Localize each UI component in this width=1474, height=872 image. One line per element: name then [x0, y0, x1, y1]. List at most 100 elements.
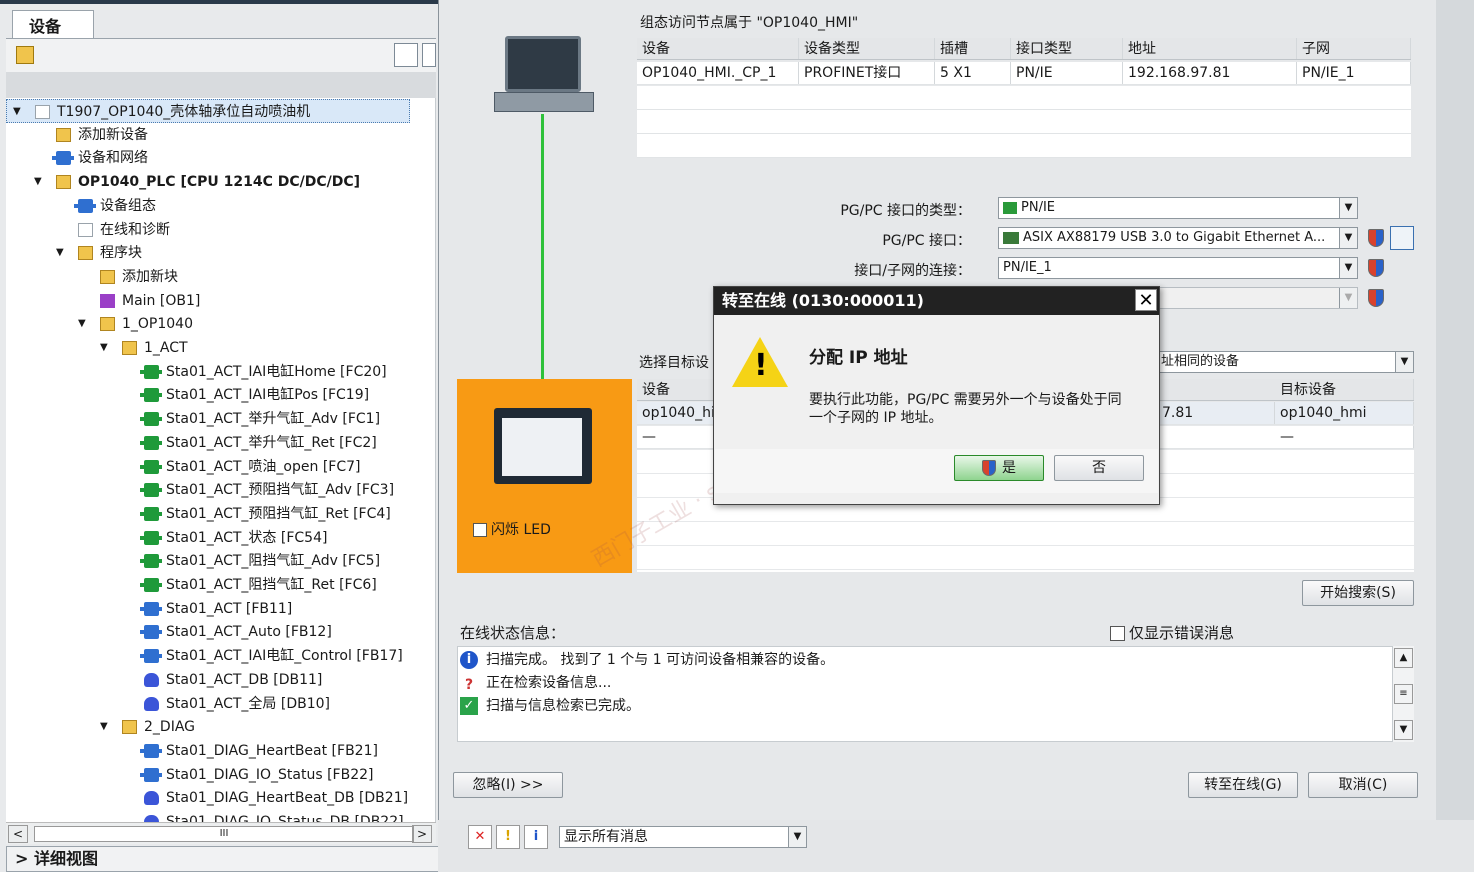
config-table-row[interactable]: OP1040_HMI._CP_1 PROFINET接口 5 X1 PN/IE 192.1… — [637, 62, 1411, 85]
tree-item[interactable]: 设备组态 — [6, 194, 410, 218]
properties-search-icon[interactable] — [1390, 226, 1414, 250]
network-icon — [52, 151, 74, 166]
shield-icon[interactable] — [1368, 289, 1384, 307]
tree-item[interactable]: Sta01_ACT_预阻挡气缸_Adv [FC3] — [6, 478, 410, 502]
horizontal-scrollbar[interactable]: < III > — [6, 822, 436, 844]
tree-item-label: Sta01_DIAG_HeartBeat_DB [DB21] — [166, 790, 409, 807]
tree-item[interactable]: 添加新块 — [6, 265, 410, 289]
tree-item[interactable]: ▼ 2_DIAG — [6, 715, 410, 739]
chevron-down-icon[interactable]: ▼ — [1339, 258, 1357, 278]
add-new-icon — [100, 269, 115, 284]
tree-header-gap — [6, 72, 436, 98]
target-filter-select[interactable]: 址相同的设备 ▼ — [1156, 351, 1414, 373]
cancel-button[interactable]: 取消(C) — [1308, 772, 1418, 798]
expand-twisty-icon[interactable]: ▼ — [100, 715, 108, 739]
tree-item[interactable]: Sta01_ACT_预阻挡气缸_Ret [FC4] — [6, 502, 410, 526]
chevron-down-icon[interactable]: ▼ — [1395, 352, 1413, 372]
tree-item[interactable]: ▼ 1_ACT — [6, 336, 410, 360]
details-view-header[interactable]: > 详细视图 — [6, 846, 460, 872]
ignore-button[interactable]: 忽略(I) >> — [453, 772, 563, 798]
tree-item-label: Sta01_ACT_举升气缸_Adv [FC1] — [166, 411, 381, 428]
tree-item[interactable]: ▼ 程序块 — [6, 241, 410, 265]
fc-block-icon — [140, 483, 162, 498]
only-errors-option[interactable]: 仅显示错误消息 — [1110, 622, 1234, 643]
message-scrollbar[interactable]: ▲ ≡ ▼ — [1392, 646, 1414, 742]
tree-item-label: Sta01_DIAG_HeartBeat [FB21] — [166, 742, 378, 759]
tree-item[interactable]: 设备和网络 — [6, 146, 410, 170]
tree-item[interactable]: Sta01_ACT_DB [DB11] — [6, 668, 410, 692]
list-view-icon[interactable] — [394, 43, 418, 67]
add-device-icon[interactable] — [16, 46, 34, 64]
fc-block-icon — [140, 554, 162, 569]
tree-item[interactable]: ▼ T1907_OP1040_壳体轴承位自动喷油机 — [6, 99, 410, 123]
project-icon — [35, 105, 50, 119]
expand-twisty-icon[interactable]: ▼ — [78, 312, 86, 336]
chevron-down-icon[interactable]: ▼ — [1339, 228, 1357, 248]
info-icon: i — [460, 651, 478, 669]
plc-icon — [56, 175, 71, 190]
scroll-right-icon[interactable]: > — [412, 825, 432, 843]
tree-item[interactable]: Sta01_DIAG_HeartBeat_DB [DB21] — [6, 786, 410, 810]
tree-item[interactable]: Sta01_ACT_状态 [FC54] — [6, 526, 410, 550]
expand-twisty-icon[interactable]: ▼ — [34, 170, 42, 194]
message-filter-select[interactable]: 显示所有消息 ▼ — [559, 826, 807, 848]
tree-item[interactable]: Sta01_DIAG_HeartBeat [FB21] — [6, 739, 410, 763]
yes-button[interactable]: 是 — [954, 455, 1044, 481]
tree-toolbar — [6, 38, 436, 72]
config-cell: 5 X1 — [935, 62, 1011, 84]
target-row-target: — — [1275, 426, 1414, 448]
tree-item[interactable]: Sta01_ACT_阻挡气缸_Ret [FC6] — [6, 573, 410, 597]
diagnostics-icon — [78, 222, 93, 237]
devices-tab[interactable]: 设备 — [12, 10, 94, 40]
chevron-down-icon[interactable]: ▼ — [1339, 288, 1357, 308]
scroll-left-icon[interactable]: < — [8, 825, 28, 843]
go-online-button[interactable]: 转至在线(G) — [1188, 772, 1298, 798]
pgpc-iface-select[interactable]: ASIX AX88179 USB 3.0 to Gigabit Ethernet… — [998, 227, 1358, 249]
scroll-down-icon[interactable]: ▼ — [1394, 720, 1413, 740]
warning-filter-icon[interactable]: ! — [496, 825, 520, 849]
flash-led-checkbox[interactable] — [473, 523, 487, 537]
status-message-list: i 扫描完成。 找到了 1 个与 1 可访问设备相兼容的设备。 ? 正在检索设备信息… — [457, 646, 1414, 742]
shield-icon[interactable] — [1368, 229, 1384, 247]
fb-block-icon — [140, 601, 162, 616]
tree-item[interactable]: Sta01_ACT_阻挡气缸_Adv [FC5] — [6, 549, 410, 573]
no-button[interactable]: 否 — [1054, 455, 1144, 481]
config-cell: OP1040_HMI._CP_1 — [637, 62, 799, 84]
conn-select[interactable]: PN/IE_1 ▼ — [998, 257, 1358, 279]
tree-item[interactable]: Sta01_ACT [FB11] — [6, 597, 410, 621]
pgpc-type-select[interactable]: PN/IE ▼ — [998, 197, 1358, 219]
scroll-up-icon[interactable]: ▲ — [1394, 648, 1413, 668]
expand-twisty-icon[interactable]: ▼ — [100, 336, 108, 360]
tree-item[interactable]: Main [OB1] — [6, 289, 410, 313]
info-filter-icon[interactable]: i — [524, 825, 548, 849]
chevron-down-icon[interactable]: ▼ — [788, 827, 806, 847]
tree-item[interactable]: Sta01_ACT_Auto [FB12] — [6, 620, 410, 644]
fb-block-icon — [140, 743, 162, 758]
tree-item[interactable]: Sta01_ACT_举升气缸_Adv [FC1] — [6, 407, 410, 431]
tree-item[interactable]: Sta01_ACT_全局 [DB10] — [6, 692, 410, 716]
tree-item[interactable]: 添加新设备 — [6, 123, 410, 147]
shield-icon[interactable] — [1368, 259, 1384, 277]
expand-twisty-icon[interactable]: ▼ — [13, 100, 21, 124]
tree-item[interactable]: ▼ OP1040_PLC [CPU 1214C DC/DC/DC] — [6, 170, 410, 194]
error-filter-icon[interactable]: ✕ — [468, 825, 492, 849]
scroll-grip-icon[interactable]: ≡ — [1394, 684, 1413, 704]
start-search-button[interactable]: 开始搜索(S) — [1302, 580, 1414, 606]
chevron-down-icon[interactable]: ▼ — [1339, 198, 1357, 218]
tree-item[interactable]: Sta01_ACT_IAI电缸_Control [FB17] — [6, 644, 410, 668]
tree-item[interactable]: Sta01_ACT_举升气缸_Ret [FC2] — [6, 431, 410, 455]
tree-item[interactable]: 在线和诊断 — [6, 218, 410, 242]
only-errors-checkbox[interactable] — [1110, 626, 1125, 641]
scroll-thumb[interactable]: III — [34, 826, 414, 842]
tree-item[interactable]: ▼ 1_OP1040 — [6, 312, 410, 336]
split-view-icon[interactable] — [422, 43, 436, 67]
tree-item[interactable]: Sta01_ACT_IAI电缸Pos [FC19] — [6, 383, 410, 407]
close-icon[interactable]: ✕ — [1135, 289, 1157, 311]
tree-item[interactable]: Sta01_DIAG_IO_Status [FB22] — [6, 763, 410, 787]
tree-item[interactable]: Sta01_ACT_IAI电缸Home [FC20] — [6, 360, 410, 384]
tree-item-label: Sta01_ACT_IAI电缸_Control [FB17] — [166, 648, 403, 665]
flash-led-option[interactable]: 闪烁 LED — [473, 519, 551, 539]
tree-item[interactable]: Sta01_DIAG_IO_Status_DB [DB22] — [6, 810, 410, 822]
tree-item[interactable]: Sta01_ACT_喷油_open [FC7] — [6, 455, 410, 479]
expand-twisty-icon[interactable]: ▼ — [56, 241, 64, 265]
